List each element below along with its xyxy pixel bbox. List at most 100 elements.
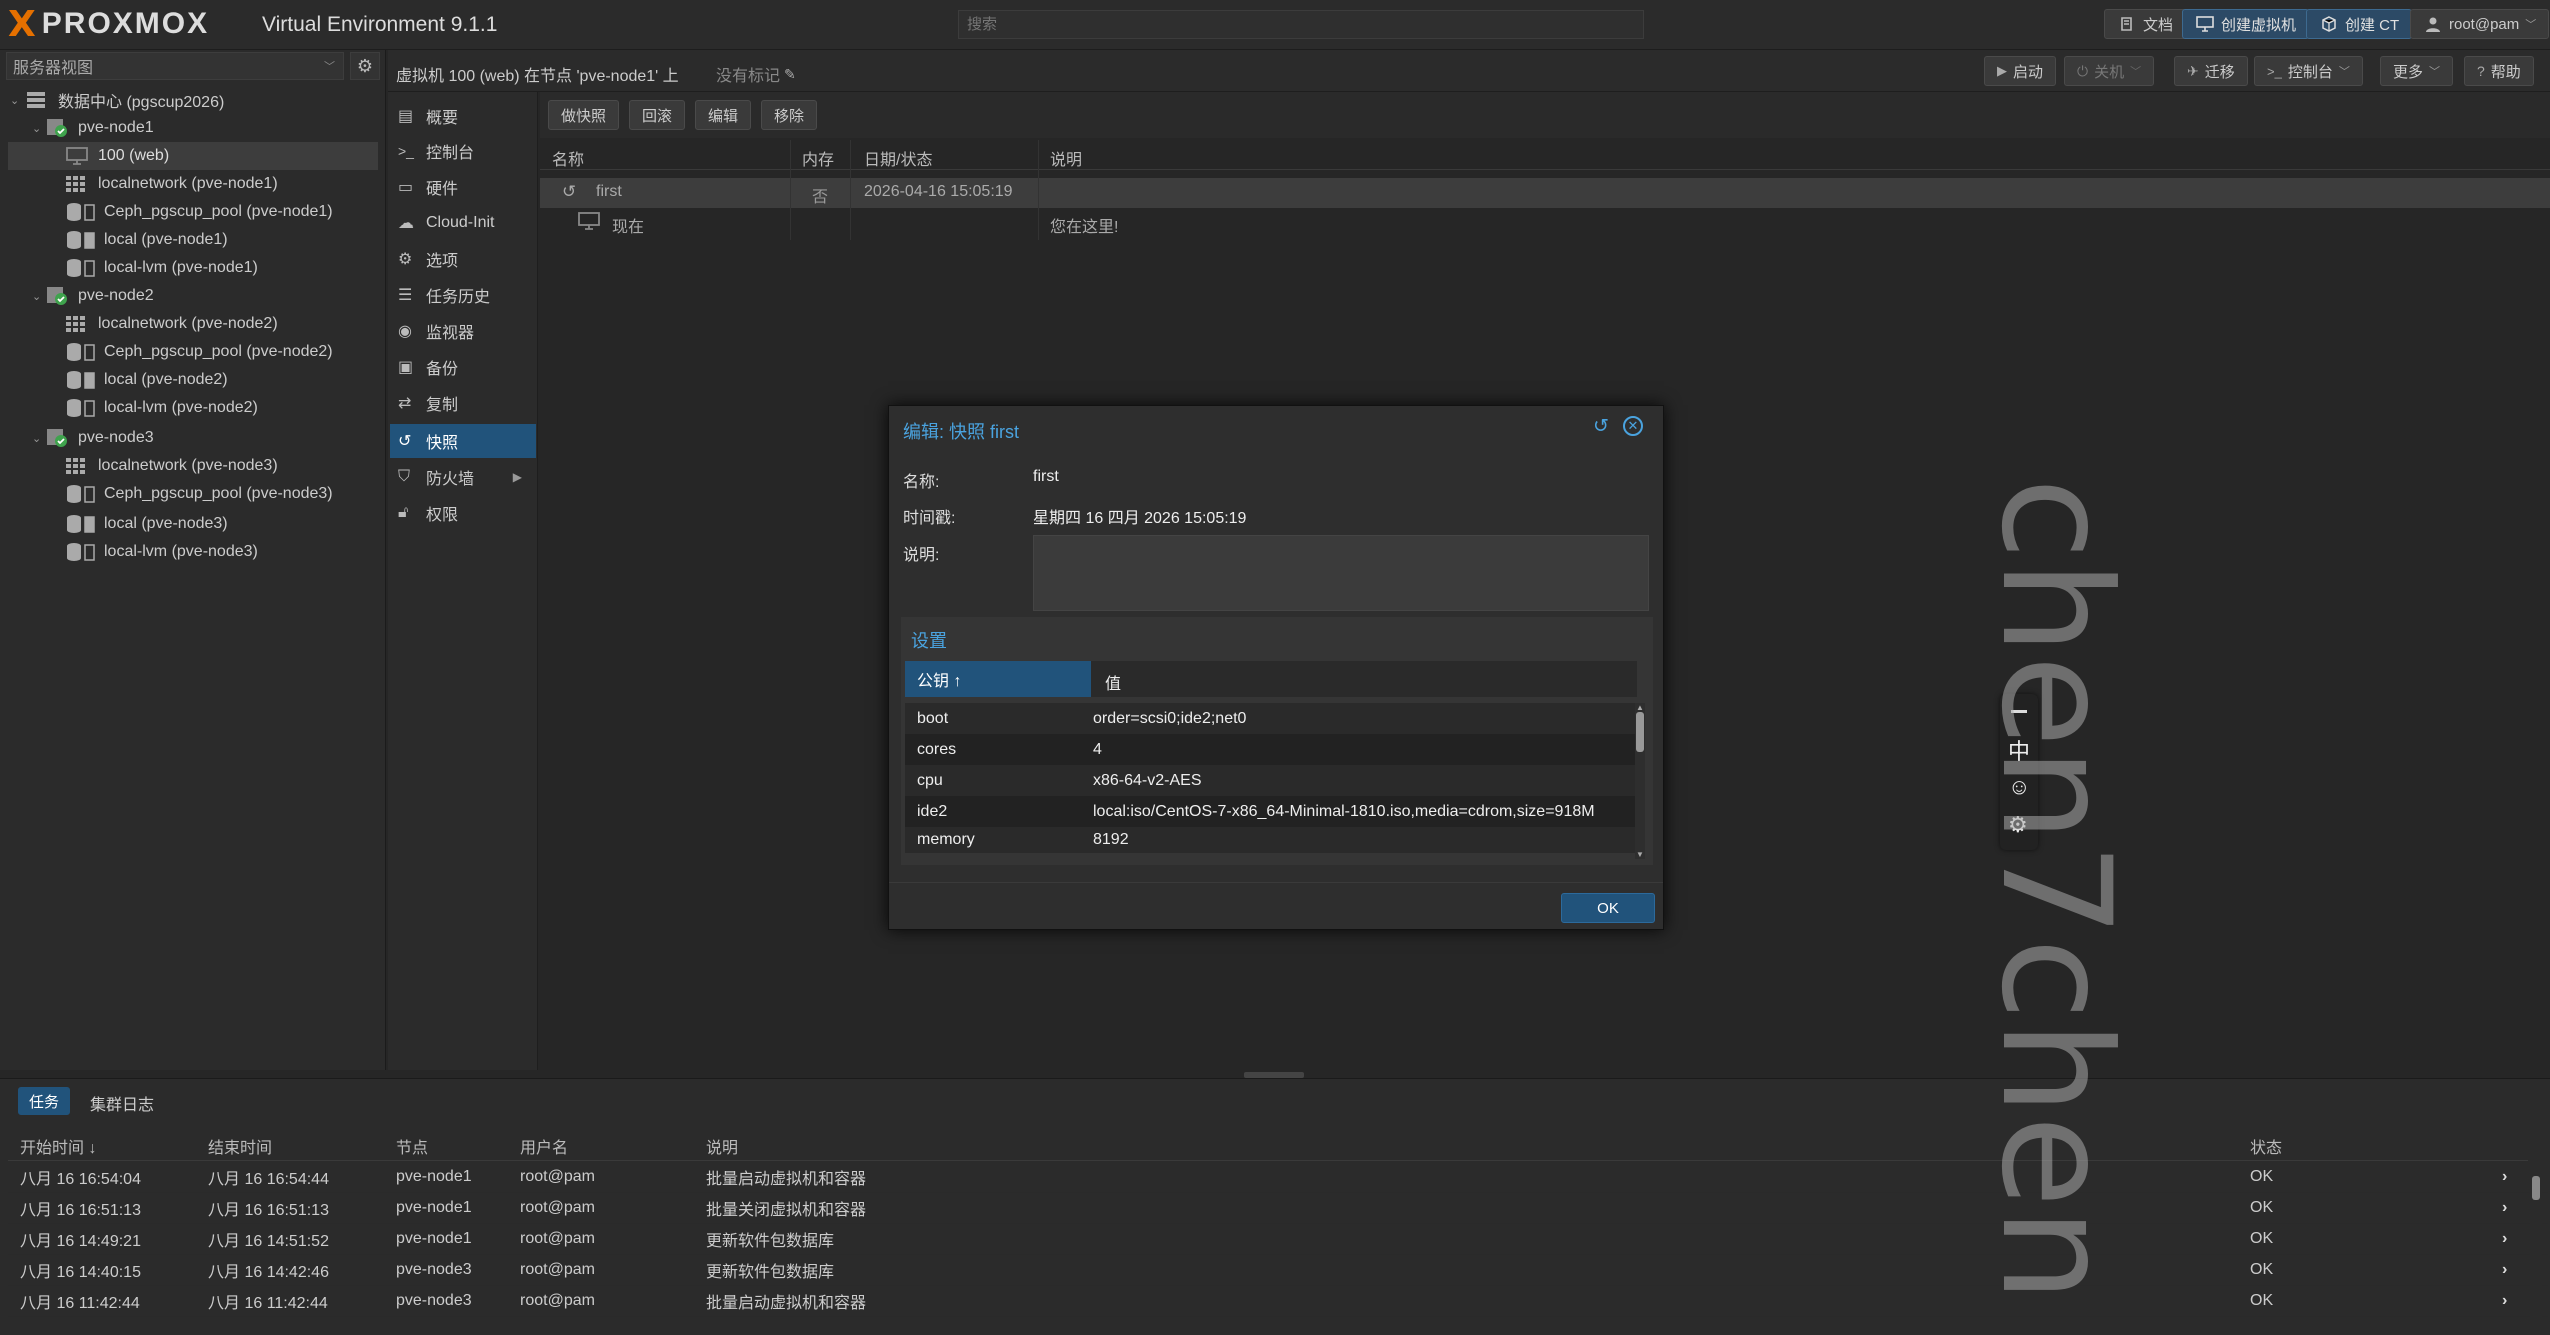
tree-item-network[interactable]: localnetwork (pve-node2)	[0, 310, 386, 338]
tree-item-node[interactable]: ⌄ pve-node1	[0, 114, 386, 142]
scrollbar-thumb[interactable]	[1636, 712, 1644, 752]
col-user[interactable]: 用户名	[520, 1134, 568, 1158]
user-menu-button[interactable]: root@pam ﹀	[2410, 9, 2550, 39]
description-field[interactable]	[1033, 535, 1649, 611]
table-row[interactable]: ide2 local:iso/CentOS-7-x86_64-Minimal-1…	[905, 796, 1637, 827]
nav-firewall[interactable]: ⛉ 防火墙 ▶	[390, 460, 536, 494]
tree-item-storage[interactable]: local-lvm (pve-node1)	[0, 254, 386, 282]
dialog-title: 编辑: 快照 first	[903, 422, 1019, 442]
task-status: OK	[2250, 1199, 2274, 1216]
setting-value: x86-64-v2-AES	[1093, 771, 1202, 789]
tree-item-storage[interactable]: Ceph_pgscup_pool (pve-node2)	[0, 338, 386, 366]
remove-snapshot-button[interactable]: 移除	[761, 100, 818, 130]
chevron-right-icon[interactable]: ›	[2502, 1230, 2507, 1248]
nav-hardware[interactable]: ▭ 硬件	[390, 170, 536, 204]
nav-snapshots[interactable]: ↺ 快照	[390, 424, 536, 458]
database-icon	[66, 542, 96, 567]
nav-task-history[interactable]: ☰ 任务历史	[390, 278, 536, 312]
settings-scrollbar[interactable]: ▲ ▼	[1635, 703, 1645, 859]
table-row[interactable]: cpu x86-64-v2-AES	[905, 765, 1637, 796]
start-button[interactable]: ▶ 启动	[1984, 56, 2057, 86]
rollback-button[interactable]: 回滚	[629, 100, 686, 130]
table-row[interactable]: 现在 您在这里!	[540, 208, 2550, 238]
ok-button[interactable]: OK	[1561, 893, 1655, 923]
help-button[interactable]: ? 帮助	[2464, 56, 2534, 86]
table-row[interactable]: cores 4	[905, 734, 1637, 765]
table-row[interactable]: memory 8192	[905, 827, 1637, 853]
take-snapshot-button[interactable]: 做快照	[548, 100, 620, 130]
chevron-right-icon[interactable]: ›	[2502, 1292, 2507, 1310]
task-scrollbar[interactable]	[2530, 1162, 2542, 1332]
tree-item-vm[interactable]: 100 (web)	[8, 142, 378, 170]
table-row[interactable]: 八月 16 16:51:13 八月 16 16:51:13 pve-node1 …	[8, 1193, 2548, 1224]
migrate-button[interactable]: ✈ 迁移	[2174, 56, 2248, 86]
nav-summary[interactable]: ▤ 概要	[390, 99, 536, 133]
nav-permissions[interactable]: 🔓︎ 权限	[390, 496, 536, 530]
col-description[interactable]: 说明	[706, 1134, 738, 1158]
col-value[interactable]: 值	[1105, 670, 1121, 694]
tab-tasks[interactable]: 任务	[18, 1087, 71, 1115]
table-row[interactable]: ↺ first 否 2026-04-16 15:05:19	[540, 178, 2550, 208]
tree-item-network[interactable]: localnetwork (pve-node1)	[0, 170, 386, 198]
scrollbar-thumb[interactable]	[2532, 1176, 2540, 1200]
table-row[interactable]: 八月 16 14:40:15 八月 16 14:42:46 pve-node3 …	[8, 1255, 2548, 1286]
table-row[interactable]: 八月 16 16:54:04 八月 16 16:54:44 pve-node1 …	[8, 1162, 2548, 1193]
col-start-time[interactable]: 开始时间 ↓	[20, 1134, 96, 1158]
minimize-icon[interactable]	[2011, 710, 2027, 713]
col-ram[interactable]: 内存	[802, 146, 834, 170]
tab-cluster-log[interactable]: 集群日志	[90, 1091, 154, 1115]
nav-monitor[interactable]: ◉ 监视器	[390, 314, 536, 348]
tree-item-storage[interactable]: Ceph_pgscup_pool (pve-node3)	[0, 480, 386, 508]
terminal-icon: >_	[2267, 63, 2282, 79]
shutdown-button[interactable]: ⏻ 关机 ﹀	[2064, 56, 2155, 86]
tree-item-storage[interactable]: local (pve-node3)	[0, 510, 386, 538]
settings-gear-icon[interactable]: ⚙	[2008, 812, 2028, 838]
chevron-right-icon[interactable]: ›	[2502, 1199, 2507, 1217]
tree-item-storage[interactable]: local-lvm (pve-node3)	[0, 538, 386, 566]
tree-item-storage[interactable]: Ceph_pgscup_pool (pve-node1)	[0, 198, 386, 226]
col-status[interactable]: 状态	[2250, 1134, 2282, 1158]
tree-item-network[interactable]: localnetwork (pve-node3)	[0, 452, 386, 480]
more-button[interactable]: 更多 ﹀	[2380, 56, 2454, 86]
table-row[interactable]: 八月 16 11:42:44 八月 16 11:42:44 pve-node3 …	[8, 1286, 2548, 1317]
col-end-time[interactable]: 结束时间	[208, 1134, 272, 1158]
console-button[interactable]: >_ 控制台 ﹀	[2254, 56, 2363, 86]
gear-icon: ⚙	[356, 55, 374, 76]
edit-snapshot-button[interactable]: 编辑	[695, 100, 752, 130]
create-ct-button[interactable]: 创建 CT	[2306, 9, 2413, 39]
col-date[interactable]: 日期/状态	[864, 146, 932, 170]
create-vm-button[interactable]: 创建虚拟机	[2182, 9, 2310, 39]
tree-item-storage[interactable]: local (pve-node1)	[0, 226, 386, 254]
tree-item-storage[interactable]: local (pve-node2)	[0, 366, 386, 394]
chevron-right-icon[interactable]: ›	[2502, 1168, 2507, 1186]
view-selector[interactable]: 服务器视图 ﹀	[6, 52, 344, 80]
nav-replication[interactable]: ⇄ 复制	[390, 386, 536, 420]
nav-options[interactable]: ⚙ 选项	[390, 242, 536, 276]
tree-item-node[interactable]: ⌄ pve-node3	[0, 424, 386, 452]
nav-backup[interactable]: ▣ 备份	[390, 350, 536, 384]
col-node[interactable]: 节点	[396, 1134, 428, 1158]
col-name[interactable]: 名称	[552, 146, 584, 170]
reset-icon[interactable]: ↺	[1593, 415, 1609, 438]
search-input[interactable]	[958, 10, 1644, 39]
table-row[interactable]: boot order=scsi0;ide2;net0	[905, 703, 1637, 734]
tree-settings-button[interactable]: ⚙	[350, 52, 380, 80]
tree-item-datacenter[interactable]: ⌄ 数据中心 (pgscup2026)	[0, 86, 386, 114]
chevron-right-icon[interactable]: ›	[2502, 1261, 2507, 1279]
col-desc[interactable]: 说明	[1050, 146, 1082, 170]
tree-label: localnetwork (pve-node3)	[98, 457, 278, 474]
docs-button[interactable]: 文档	[2104, 9, 2187, 39]
tags-edit[interactable]: 没有标记 ✎	[716, 62, 796, 86]
view-selector-label: 服务器视图	[13, 60, 94, 77]
proxmox-logo[interactable]: X PROXMOX	[8, 4, 209, 45]
table-row[interactable]: 八月 16 14:49:21 八月 16 14:51:52 pve-node1 …	[8, 1224, 2548, 1255]
ime-language-toggle[interactable]: 中	[2008, 734, 2030, 766]
tree-item-storage[interactable]: local-lvm (pve-node2)	[0, 394, 386, 422]
nav-cloud-init[interactable]: ☁ Cloud-Init	[390, 206, 536, 240]
nav-console[interactable]: >_ 控制台	[390, 134, 536, 168]
more-label: 更多	[2393, 63, 2424, 81]
emoji-icon[interactable]: ☺	[2008, 774, 2030, 800]
tree-item-node[interactable]: ⌄ pve-node2	[0, 282, 386, 310]
col-key-sorted[interactable]: 公钥 ↑	[905, 661, 1091, 697]
close-icon[interactable]: ✕	[1623, 416, 1643, 436]
